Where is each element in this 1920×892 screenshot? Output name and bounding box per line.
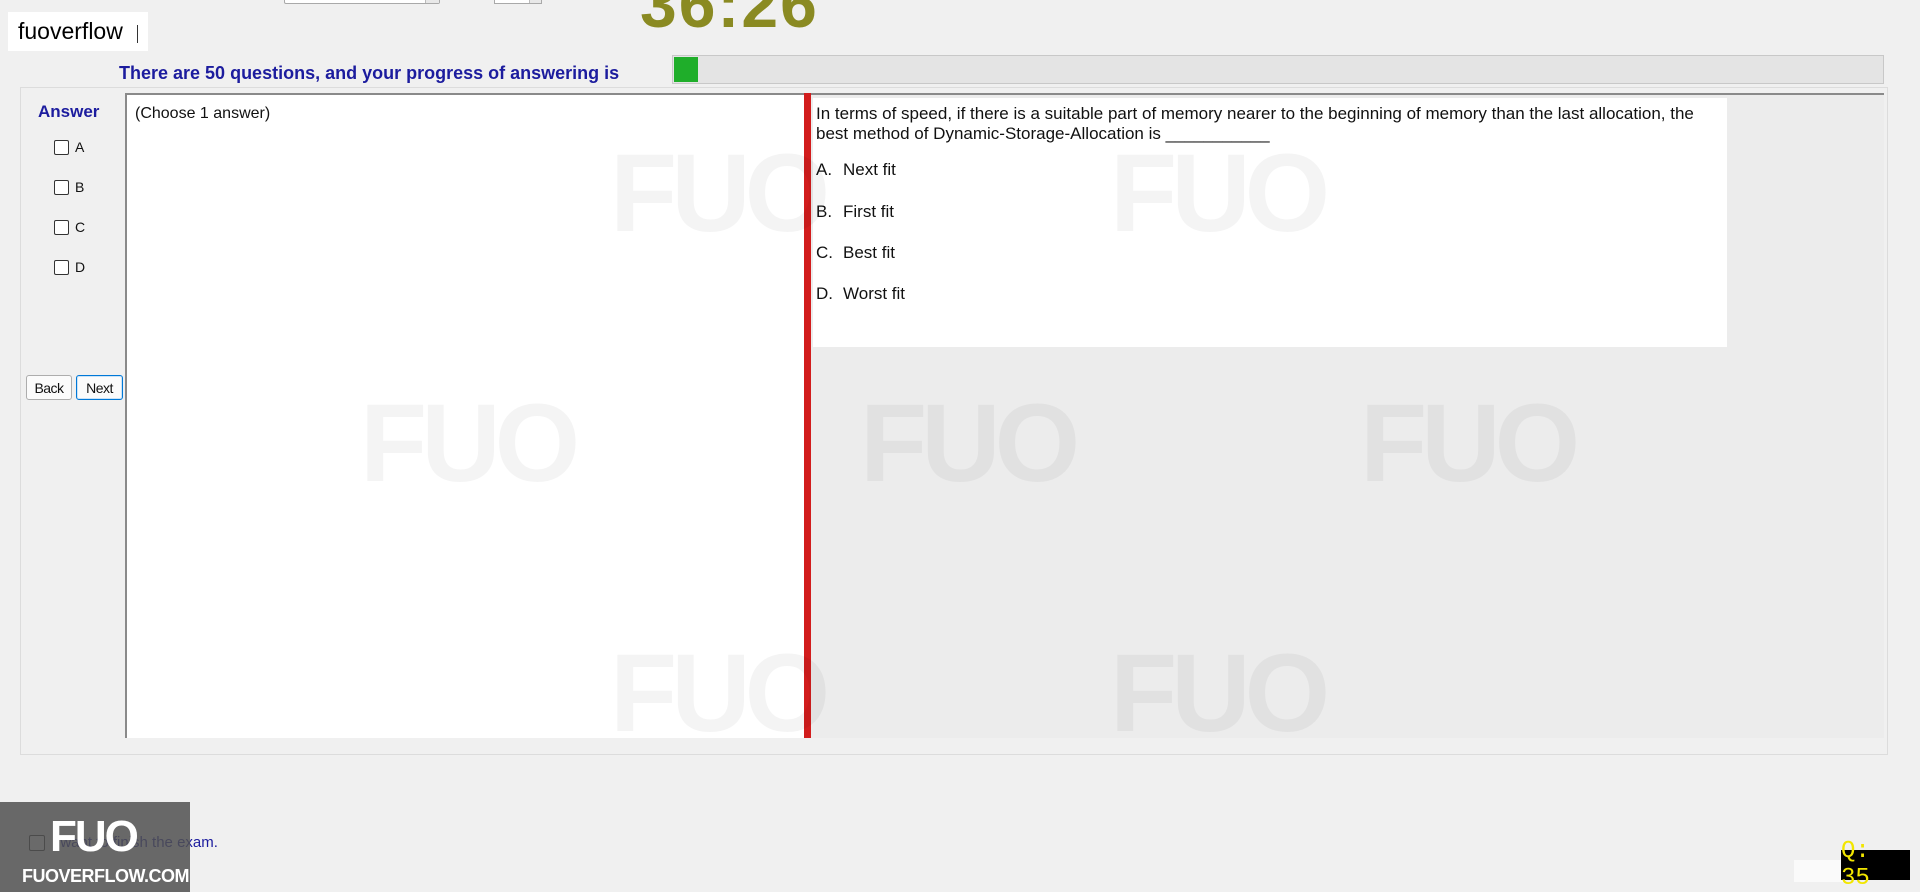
counter-backdrop bbox=[1794, 860, 1844, 882]
choice-letter: A. bbox=[816, 160, 833, 179]
checkbox[interactable] bbox=[54, 139, 69, 155]
watermark-title-box: fuoverflow bbox=[8, 12, 148, 51]
pane-splitter[interactable] bbox=[804, 93, 811, 738]
next-button[interactable]: Next bbox=[76, 375, 123, 400]
choice-letter: D. bbox=[816, 284, 833, 303]
instruction-text: (Choose 1 answer) bbox=[135, 105, 271, 122]
question-pane: In terms of speed, if there is a suitabl… bbox=[811, 93, 1884, 738]
choice-text: First fit bbox=[843, 202, 894, 221]
watermark-title: fuoverflow bbox=[18, 18, 123, 44]
logo-mark: FUO bbox=[50, 812, 139, 861]
checkbox[interactable] bbox=[54, 259, 69, 275]
checkbox[interactable] bbox=[54, 179, 69, 195]
question-choice: D. Worst fit bbox=[816, 284, 905, 304]
answer-title: Answer bbox=[38, 102, 100, 121]
answer-option-label: B bbox=[75, 179, 85, 195]
logo-site-name: FUOVERFLOW.COM bbox=[22, 866, 190, 886]
text-cursor bbox=[136, 25, 138, 43]
progress-bar-fill bbox=[674, 57, 698, 82]
choice-letter: B. bbox=[816, 202, 833, 221]
dropdown-arrow-icon[interactable] bbox=[425, 0, 439, 3]
answer-option-d[interactable]: D bbox=[54, 257, 85, 277]
checkbox[interactable] bbox=[54, 219, 69, 235]
answer-option-label: A bbox=[75, 139, 85, 155]
countdown-timer: 36:26 bbox=[640, 0, 819, 41]
exam-code-input[interactable] bbox=[284, 0, 440, 4]
progress-label: There are 50 questions, and your progres… bbox=[119, 63, 620, 83]
answer-option-c[interactable]: C bbox=[54, 217, 85, 237]
question-choice: B. First fit bbox=[816, 202, 894, 222]
answer-option-b[interactable]: B bbox=[54, 177, 84, 197]
choice-text: Worst fit bbox=[843, 284, 906, 303]
answer-option-label: D bbox=[75, 259, 86, 275]
choice-text: Next fit bbox=[843, 160, 896, 179]
choice-text: Best fit bbox=[843, 243, 895, 262]
question-choice: A. Next fit bbox=[816, 160, 896, 180]
site-logo: FUO FUOVERFLOW.COM bbox=[0, 802, 190, 892]
font-size-stepper[interactable] bbox=[494, 0, 542, 4]
answer-instruction-pane: (Choose 1 answer) bbox=[125, 93, 804, 738]
choice-letter: C. bbox=[816, 243, 833, 262]
progress-bar bbox=[672, 55, 1884, 84]
question-box: In terms of speed, if there is a suitabl… bbox=[813, 98, 1727, 347]
back-button[interactable]: Back bbox=[26, 375, 72, 400]
question-text: In terms of speed, if there is a suitabl… bbox=[816, 104, 1694, 143]
question-counter: Q: 35 bbox=[1841, 838, 1910, 892]
answer-option-label: C bbox=[75, 219, 86, 235]
answer-option-a[interactable]: A bbox=[54, 137, 84, 157]
question-choice: C. Best fit bbox=[816, 243, 895, 263]
spinner-arrow-icon[interactable] bbox=[529, 0, 541, 3]
